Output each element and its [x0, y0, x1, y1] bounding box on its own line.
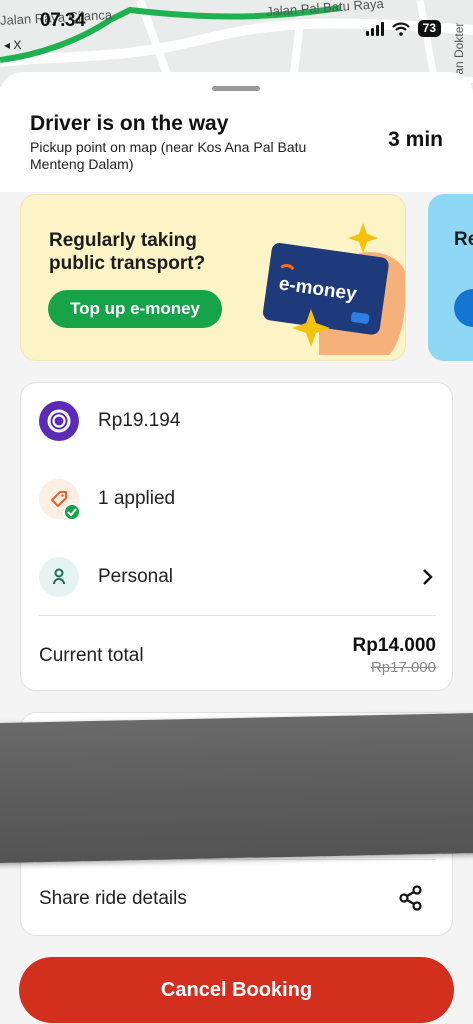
pickup-point-text: Pickup point on map (near Kos Ana Pal Ba… — [30, 139, 307, 172]
promo-title: Re fo — [454, 229, 473, 250]
share-icon[interactable] — [398, 885, 424, 911]
profile-row[interactable]: Personal — [21, 557, 454, 597]
emoney-card-illustration: e-money — [262, 223, 405, 355]
battery-indicator: 73 — [417, 20, 441, 37]
total-value: Rp14.000 — [352, 635, 436, 656]
eta-text: 3 min — [388, 128, 443, 151]
payment-card: Rp19.194 1 applied Personal Current tota… — [20, 382, 453, 691]
original-price: Rp17.000 — [370, 659, 436, 676]
trip-status-sheet: Driver is on the way Pickup point on map… — [0, 72, 473, 192]
status-time: 07.34 — [40, 10, 86, 31]
chevron-right-icon — [423, 569, 433, 585]
share-ride-label[interactable]: Share ride details — [39, 888, 187, 910]
voucher-icon — [39, 479, 81, 521]
trip-status-title: Driver is on the way — [30, 112, 229, 135]
drag-handle[interactable] — [212, 86, 260, 91]
promo-applied-text: 1 applied — [98, 488, 176, 509]
promo-button[interactable] — [454, 289, 473, 327]
total-label: Current total — [39, 645, 144, 666]
cancel-booking-button[interactable]: Cancel Booking — [19, 957, 454, 1023]
back-to-app-link[interactable]: ◂ X — [4, 38, 21, 52]
emoney-promo-banner[interactable]: Regularly taking public transport? Top u… — [20, 194, 406, 361]
check-badge-icon — [63, 503, 81, 521]
wallet-balance: Rp19.194 — [98, 410, 181, 431]
obscured-area — [0, 712, 473, 864]
person-icon — [39, 557, 79, 597]
profile-text: Personal — [98, 566, 173, 587]
top-up-button[interactable]: Top up e-money — [48, 290, 222, 328]
signal-icon — [365, 21, 384, 36]
wifi-icon — [391, 22, 410, 36]
promo-title: Regularly taking public transport? — [49, 230, 206, 274]
divider — [39, 615, 436, 616]
status-icons: 73 — [365, 20, 441, 37]
promo-applied-row[interactable]: 1 applied — [21, 479, 454, 521]
wallet-icon — [39, 401, 79, 441]
payment-method-row[interactable]: Rp19.194 — [21, 401, 454, 441]
next-promo-banner[interactable]: Re fo — [428, 194, 473, 361]
